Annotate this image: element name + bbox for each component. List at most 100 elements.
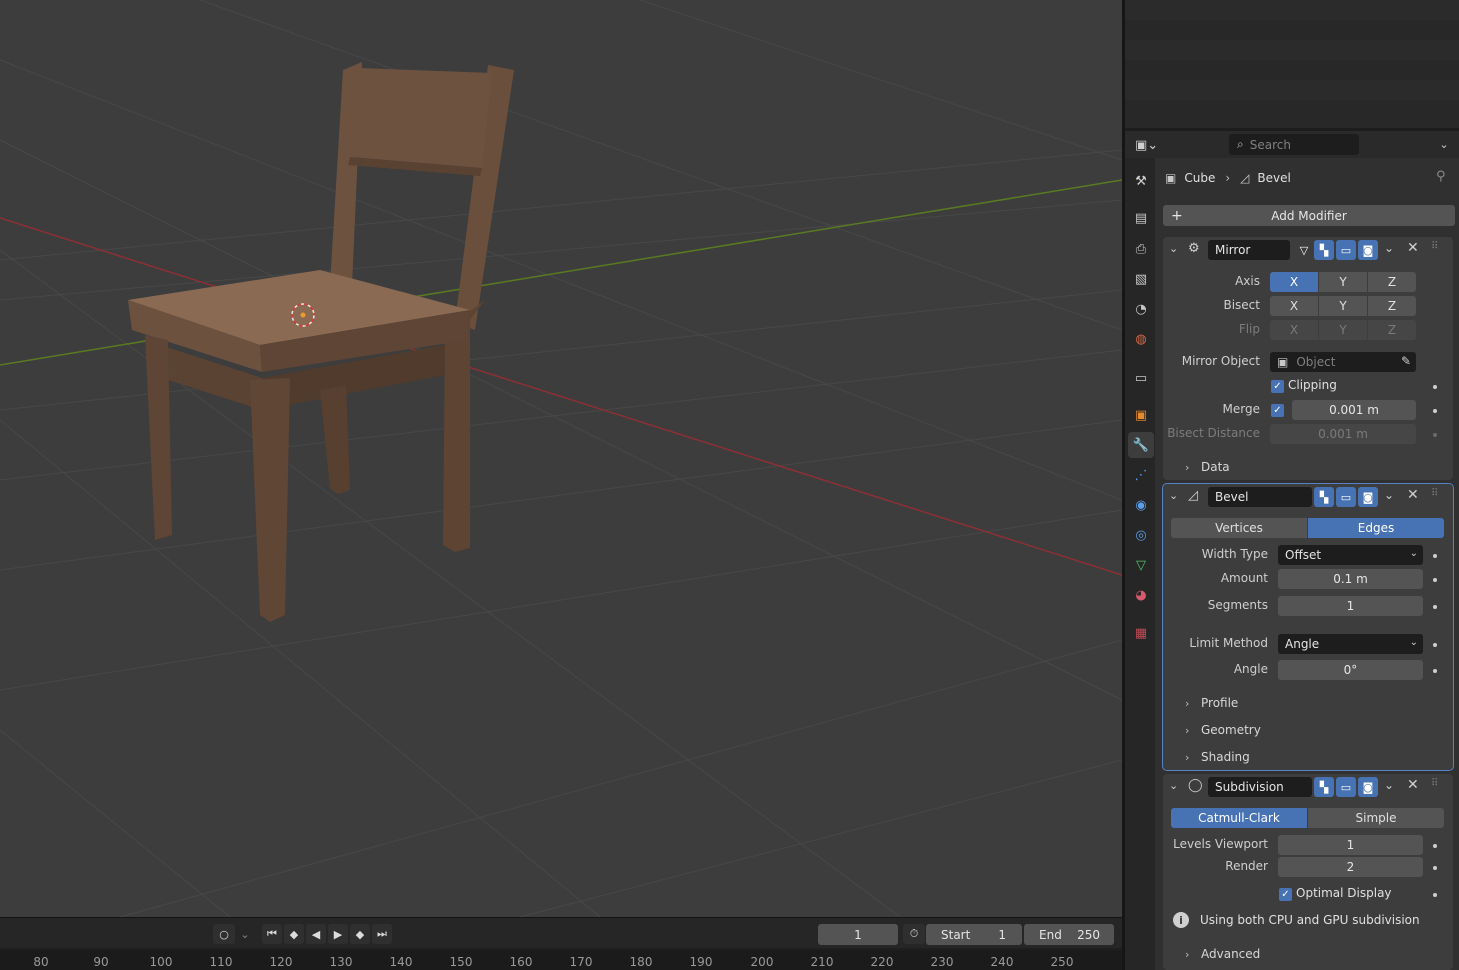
frame-ruler[interactable]: 80 90 100 110 120 130 140 150 160 170 18… [0,950,1122,970]
data-subpanel[interactable]: › Data [1185,460,1230,474]
jump-to-start-icon[interactable]: ⏮ [262,924,282,944]
keyframe-dot[interactable] [1433,866,1437,870]
eyedropper-icon[interactable]: ✎ [1401,354,1411,368]
keyframe-dot[interactable] [1433,844,1437,848]
scene-tab-icon[interactable]: ◔ [1128,296,1154,322]
levels-viewport-field[interactable]: 1 [1278,835,1423,855]
render-camera-icon[interactable]: ◙ [1358,240,1378,260]
axis-x-toggle[interactable]: X [1270,272,1319,292]
keyframe-dot[interactable] [1433,554,1437,558]
keyframe-dot[interactable] [1433,409,1437,413]
render-levels-field[interactable]: 2 [1278,857,1423,877]
current-frame-field[interactable]: 1 [818,924,898,945]
keying-toggle-icon[interactable]: ○ [213,924,235,944]
merge-checkbox[interactable]: ✓ [1271,404,1284,417]
particles-tab-icon[interactable]: ⋰ [1128,462,1154,488]
advanced-subpanel[interactable]: › Advanced [1185,947,1260,961]
amount-field[interactable]: 0.1 m [1278,569,1423,589]
limit-method-dropdown[interactable]: Angle ⌄ [1278,634,1423,654]
close-icon[interactable]: ✕ [1407,777,1419,793]
jump-to-keyframe-prev-icon[interactable]: ◆ [284,924,304,944]
object-tab-icon[interactable]: ▣ [1128,402,1154,428]
keyframe-dot[interactable] [1433,385,1437,389]
bisect-z-toggle[interactable]: Z [1368,296,1416,316]
pin-icon[interactable]: ⚲ [1436,169,1446,184]
chevron-down-icon[interactable]: ⌄ [1433,134,1455,155]
outliner[interactable] [1125,0,1459,128]
material-tab-icon[interactable]: ◕ [1128,582,1154,608]
keyframe-dot[interactable] [1433,669,1437,673]
render-tab-icon[interactable]: ▤ [1128,205,1154,231]
drag-handle-icon[interactable]: ⠿ [1431,241,1438,252]
width-type-dropdown[interactable]: Offset ⌄ [1278,545,1423,565]
viewport-display-icon[interactable]: ▭ [1336,777,1356,797]
data-tab-icon[interactable]: ▽ [1128,552,1154,578]
angle-field[interactable]: 0° [1278,660,1423,680]
edit-mode-icon[interactable]: ▚ [1314,777,1334,797]
collapse-chevron-icon[interactable]: ⌄ [1169,779,1178,792]
keyframe-dot[interactable] [1433,605,1437,609]
render-camera-icon[interactable]: ◙ [1358,777,1378,797]
close-icon[interactable]: ✕ [1407,240,1419,256]
bisect-distance-field[interactable]: 0.001 m [1270,424,1416,444]
drag-handle-icon[interactable]: ⠿ [1431,778,1438,789]
constraints-tab-icon[interactable]: ◎ [1128,522,1154,548]
modifier-name-field[interactable]: Subdivision [1208,777,1312,797]
view-layer-tab-icon[interactable]: ▧ [1128,266,1154,292]
timeline-editor[interactable]: ○ ⌄ ⏮ ◆ ◀ ▶ ◆ ⏭ 1 ⏱ Start 1 End 250 80 9… [0,917,1122,970]
texture-tab-icon[interactable]: ▦ [1128,620,1154,646]
editor-type-icon[interactable]: ▣⌄ [1135,135,1165,155]
play-reverse-icon[interactable]: ◀ [306,924,326,944]
segments-field[interactable]: 1 [1278,596,1423,616]
keyframe-dot[interactable] [1433,643,1437,647]
collapse-chevron-icon[interactable]: ⌄ [1169,242,1178,255]
keyframe-dot[interactable] [1433,433,1437,437]
bisect-x-toggle[interactable]: X [1270,296,1319,316]
dropdown-chevron-icon[interactable]: ⌄ [1384,778,1394,792]
flip-x-toggle[interactable]: X [1270,320,1319,340]
3d-viewport[interactable] [0,0,1122,917]
simple-toggle[interactable]: Simple [1308,808,1444,828]
collapse-chevron-icon[interactable]: ⌄ [1169,489,1178,502]
tool-tab-icon[interactable]: ⚒ [1128,168,1154,194]
close-icon[interactable]: ✕ [1407,487,1419,503]
vertices-toggle[interactable]: Vertices [1171,518,1308,538]
shading-subpanel[interactable]: › Shading [1185,750,1250,764]
viewport-display-icon[interactable]: ▭ [1336,240,1356,260]
end-frame-field[interactable]: End 250 [1024,924,1114,945]
profile-subpanel[interactable]: › Profile [1185,696,1238,710]
play-icon[interactable]: ▶ [328,924,348,944]
dropdown-chevron-icon[interactable]: ⌄ [1384,241,1394,255]
chair-object[interactable] [128,62,514,622]
stopwatch-icon[interactable]: ⏱ [903,924,925,944]
edit-mode-icon[interactable]: ▚ [1314,487,1334,507]
add-modifier-button[interactable]: + Add Modifier [1163,205,1455,226]
edit-cage-icon[interactable]: ▽ [1294,240,1314,260]
axis-z-toggle[interactable]: Z [1368,272,1416,292]
edges-toggle[interactable]: Edges [1308,518,1444,538]
physics-tab-icon[interactable]: ◉ [1128,492,1154,518]
jump-to-end-icon[interactable]: ⏭ [372,924,392,944]
flip-z-toggle[interactable]: Z [1368,320,1416,340]
keyframe-dot[interactable] [1433,578,1437,582]
merge-distance-field[interactable]: 0.001 m [1292,400,1416,420]
flip-y-toggle[interactable]: Y [1319,320,1368,340]
modifier-tab-icon[interactable]: 🔧 [1128,432,1154,458]
modifier-name-field[interactable]: Bevel [1208,487,1312,507]
search-input[interactable]: ⌕ Search [1229,134,1359,155]
keyframe-dot[interactable] [1433,893,1437,897]
bisect-y-toggle[interactable]: Y [1319,296,1368,316]
world-tab-icon[interactable]: ◍ [1128,326,1154,352]
geometry-subpanel[interactable]: › Geometry [1185,723,1261,737]
chevron-down-icon[interactable]: ⌄ [236,924,254,944]
render-camera-icon[interactable]: ◙ [1358,487,1378,507]
output-tab-icon[interactable]: ⎙ [1128,236,1154,262]
axis-y-toggle[interactable]: Y [1319,272,1368,292]
mirror-object-field[interactable]: ▣ Object ✎ [1270,352,1416,372]
drag-handle-icon[interactable]: ⠿ [1431,488,1438,499]
modifier-name-field[interactable]: Mirror [1208,240,1290,260]
collection-tab-icon[interactable]: ▭ [1128,365,1154,391]
optimal-display-checkbox[interactable]: ✓ [1279,888,1292,901]
start-frame-field[interactable]: Start 1 [926,924,1022,945]
jump-to-keyframe-next-icon[interactable]: ◆ [350,924,370,944]
